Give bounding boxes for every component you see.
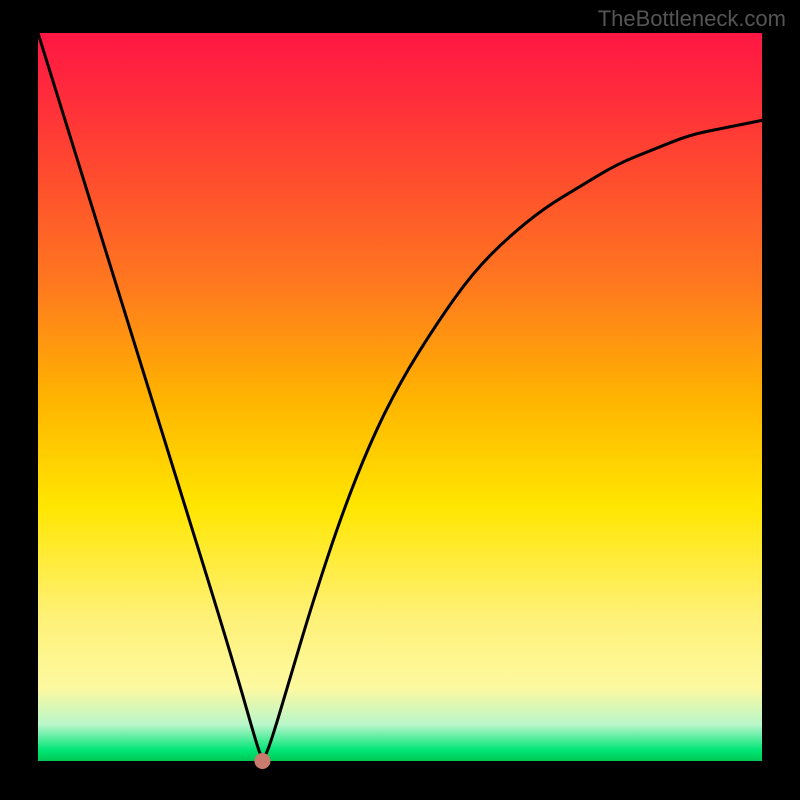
minimum-marker bbox=[254, 753, 270, 769]
chart-svg bbox=[0, 0, 800, 800]
chart-root: TheBottleneck.com bbox=[0, 0, 800, 800]
watermark-text: TheBottleneck.com bbox=[598, 6, 786, 32]
plot-background bbox=[38, 33, 762, 761]
